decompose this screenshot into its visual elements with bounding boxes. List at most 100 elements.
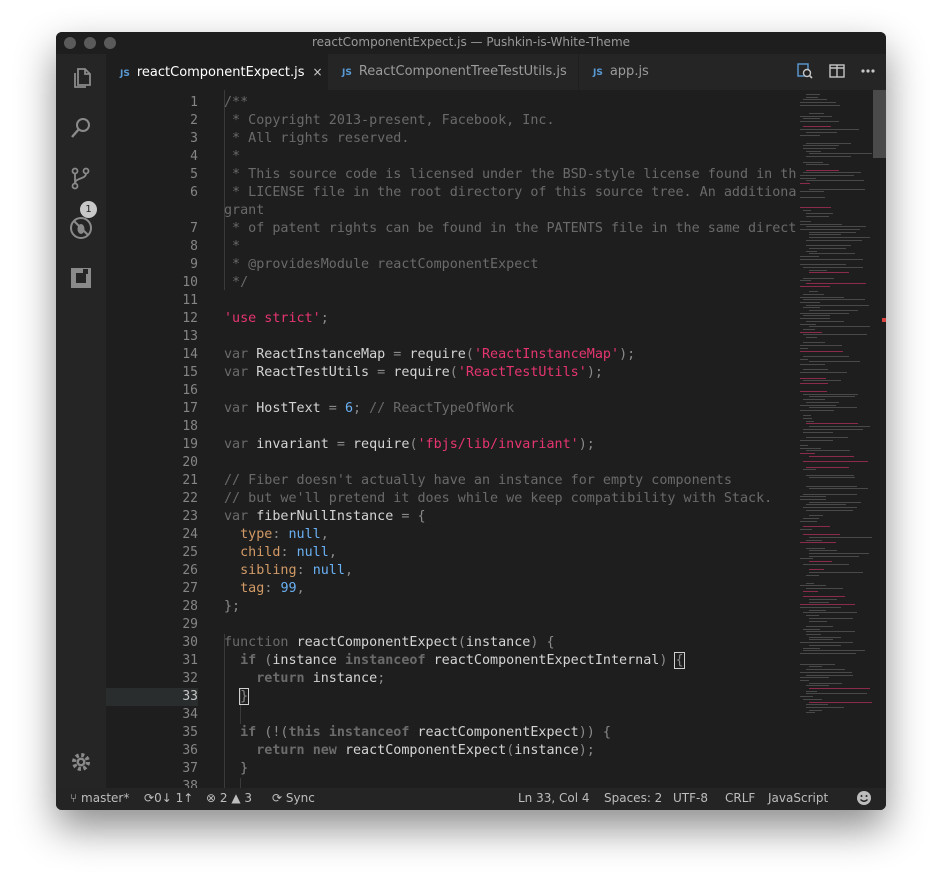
line-number: 9 xyxy=(190,257,198,272)
encoding-status[interactable]: UTF-8 xyxy=(673,791,708,805)
code-line[interactable]: 23 var fiberNullInstance = { xyxy=(106,508,796,526)
scrollbar-thumb[interactable] xyxy=(873,90,886,158)
minimap-line xyxy=(800,129,859,131)
minimap-line xyxy=(800,196,825,198)
code-line[interactable]: 22 // but we'll pretend it does while we … xyxy=(106,490,796,508)
code-line[interactable]: 27 tag: 99, xyxy=(106,580,796,598)
minimap-line xyxy=(803,342,825,344)
line-number: 22 xyxy=(182,491,198,506)
code-line[interactable]: 33 } xyxy=(106,688,796,706)
vertical-scrollbar[interactable] xyxy=(872,90,886,788)
close-tab-icon[interactable]: × xyxy=(313,65,323,79)
minimap-line xyxy=(803,277,834,279)
minimap-line xyxy=(800,391,827,392)
code-line[interactable]: 28}; xyxy=(106,598,796,616)
debug-icon[interactable] xyxy=(69,216,93,240)
minimap-line xyxy=(806,466,849,468)
code-line[interactable]: 5 * This source code is licensed under t… xyxy=(106,166,796,184)
code-line[interactable]: 18 xyxy=(106,418,796,436)
code-text: * All rights reserved. xyxy=(224,131,410,146)
code-text: * LICENSE file in the root directory of … xyxy=(224,185,796,200)
minimap-line xyxy=(806,320,844,322)
line-number: 12 xyxy=(182,311,198,326)
minimap-line xyxy=(800,264,846,266)
indentation-status[interactable]: Spaces: 2 xyxy=(604,791,662,805)
code-line[interactable]: grant xyxy=(106,202,796,220)
minimap-line xyxy=(803,469,816,471)
line-number: 33 xyxy=(106,688,198,706)
code-line[interactable]: 32 return instance; xyxy=(106,670,796,688)
problems-status[interactable]: ⊗ 2 ▲ 3 xyxy=(206,791,252,805)
code-line[interactable]: 24 type: null, xyxy=(106,526,796,544)
minimap-line xyxy=(809,515,823,517)
sync-counts-status[interactable]: ⟳0↓ 1↑ xyxy=(144,791,193,805)
more-actions-icon[interactable] xyxy=(860,63,876,83)
minimap-line xyxy=(809,396,855,398)
code-line[interactable]: 7 * of patent rights can be found in the… xyxy=(106,220,796,238)
code-line[interactable]: 13 xyxy=(106,328,796,346)
code-line[interactable]: 21 // Fiber doesn't actually have an inst… xyxy=(106,472,796,490)
code-line[interactable]: 6 * LICENSE file in the root directory o… xyxy=(106,184,796,202)
language-mode-status[interactable]: JavaScript xyxy=(768,791,828,805)
minimap-line xyxy=(803,299,865,301)
line-number: 13 xyxy=(182,329,198,344)
code-line[interactable]: 2 * Copyright 2013-present, Facebook, In… xyxy=(106,112,796,130)
code-line[interactable]: 26 sibling: null, xyxy=(106,562,796,580)
cursor-position[interactable]: Ln 33, Col 4 xyxy=(518,791,590,805)
code-line[interactable]: 14 var ReactInstanceMap = require('ReactI… xyxy=(106,346,796,364)
line-number: 3 xyxy=(190,131,198,146)
code-line[interactable]: 17 var HostText = 6; // ReactTypeOfWork xyxy=(106,400,796,418)
code-line[interactable]: 25 child: null, xyxy=(106,544,796,562)
minimap-line xyxy=(806,283,866,284)
code-editor[interactable]: 1 /** 2 * Copyright 2013-present, Facebook… xyxy=(106,90,796,788)
sync-button[interactable]: ⟳ Sync xyxy=(272,791,315,805)
code-line[interactable]: 8 * xyxy=(106,238,796,256)
source-control-icon[interactable] xyxy=(69,166,93,190)
code-line[interactable]: 11 xyxy=(106,292,796,310)
code-line[interactable]: 15 var ReactTestUtils = require('ReactTes… xyxy=(106,364,796,382)
code-line[interactable]: 29 xyxy=(106,616,796,634)
code-line[interactable]: 1 /** xyxy=(106,94,796,112)
code-line[interactable]: 3 * All rights reserved. xyxy=(106,130,796,148)
split-editor-icon[interactable] xyxy=(829,63,845,83)
code-line[interactable]: 10 */ xyxy=(106,274,796,292)
feedback-smiley-icon[interactable] xyxy=(856,790,872,809)
code-text: if (!(this instanceof reactComponentExpe… xyxy=(240,725,611,740)
code-line[interactable]: 9 * @providesModule reactComponentExpect xyxy=(106,256,796,274)
code-line[interactable]: 12 'use strict'; xyxy=(106,310,796,328)
code-text: type: null, xyxy=(240,527,329,542)
code-line[interactable]: 19 var invariant = require('fbjs/lib/inva… xyxy=(106,436,796,454)
minimap-line xyxy=(806,304,869,306)
minimap-line xyxy=(809,536,872,538)
minimap-line xyxy=(809,550,837,552)
extensions-icon[interactable] xyxy=(69,266,93,290)
minimap-line xyxy=(803,428,863,430)
minimap-line xyxy=(806,539,822,541)
code-line[interactable]: 35 if (!(this instanceof reactComponentE… xyxy=(106,724,796,742)
code-line[interactable]: 34 xyxy=(106,706,796,724)
settings-gear-icon[interactable] xyxy=(69,750,93,774)
tab-reactcomponenttreetestutils[interactable]: JS ReactComponentTreeTestUtils.js xyxy=(328,54,578,90)
code-line[interactable]: 38 xyxy=(106,778,796,788)
minimap[interactable] xyxy=(796,90,873,788)
search-icon[interactable] xyxy=(69,116,93,140)
code-line[interactable]: 30 function reactComponentExpect(instance… xyxy=(106,634,796,652)
code-line[interactable]: 31 if (instance instanceof reactComponen… xyxy=(106,652,796,670)
minimap-line xyxy=(800,558,813,560)
tab-bar: JS reactComponentExpect.js × JS ReactCompon… xyxy=(106,54,886,90)
tab-reactcomponentexpect[interactable]: JS reactComponentExpect.js × xyxy=(106,54,328,90)
code-line[interactable]: 37 } xyxy=(106,760,796,778)
tab-app-js[interactable]: JS app.js xyxy=(578,54,711,90)
eol-status[interactable]: CRLF xyxy=(725,791,755,805)
minimap-line xyxy=(803,507,857,509)
code-line[interactable]: 20 xyxy=(106,454,796,472)
code-line[interactable]: 16 xyxy=(106,382,796,400)
explorer-icon[interactable] xyxy=(69,66,93,90)
minimap-line xyxy=(800,604,855,606)
branch-status[interactable]: ⑂ master* xyxy=(70,791,129,805)
window-title: reactComponentExpect.js — Pushkin-is-Whi… xyxy=(311,35,631,49)
open-changes-icon[interactable] xyxy=(797,63,813,83)
code-line[interactable]: 4 * xyxy=(106,148,796,166)
minimap-line xyxy=(809,253,855,255)
code-line[interactable]: 36 return new reactComponentExpect(insta… xyxy=(106,742,796,760)
